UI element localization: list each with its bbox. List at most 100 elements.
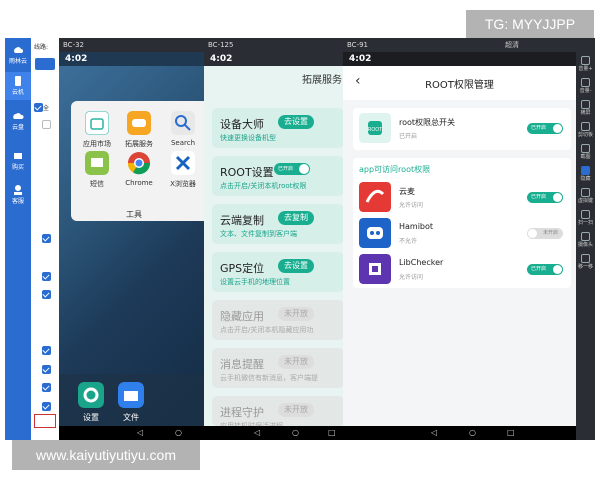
cart-icon xyxy=(14,153,22,159)
device-checkbox[interactable] xyxy=(42,346,51,355)
notice-box xyxy=(34,414,56,428)
tool-label: 音量- xyxy=(579,88,592,94)
hamibot-app-icon xyxy=(359,218,391,248)
sidebar-item-label: 客服 xyxy=(11,198,24,205)
device-checkbox[interactable] xyxy=(42,290,51,299)
go-setting-button[interactable]: 去设置 xyxy=(278,115,314,129)
app-label: 应用市场 xyxy=(83,140,111,148)
phone-title: BC-125 xyxy=(204,38,344,52)
app-sms[interactable]: 短信 xyxy=(77,151,117,189)
app-status: 允许访问 xyxy=(399,274,424,281)
go-copy-button[interactable]: 去复制 xyxy=(278,211,314,225)
card-title: 隐藏应用 xyxy=(220,310,264,323)
phone-panel-bc91[interactable]: BC-91 4:02 ‹ ROOT权限管理 ROOT root权限总开关 已开启… xyxy=(343,38,576,440)
card-title: 进程守护 xyxy=(220,406,264,419)
device-checkbox[interactable] xyxy=(42,402,51,411)
card-title: 消息提醒 xyxy=(220,358,264,371)
sidebar-item-buy[interactable]: 购买 xyxy=(5,150,31,172)
app-logo: 雨林云 xyxy=(5,44,31,66)
app-status: 允许访问 xyxy=(399,202,424,209)
app-name: LibChecker xyxy=(399,258,444,267)
tool-scan[interactable]: 扫一扫 xyxy=(576,210,595,226)
app-toggle[interactable]: 未开启 xyxy=(527,228,563,239)
card-subtitle: 快速更换设备机型 xyxy=(220,134,276,142)
card-title: GPS定位 xyxy=(220,262,265,275)
app-label: Chrome xyxy=(125,179,153,187)
phone-panel-bc32[interactable]: BC-32 4:02 应用市场 拓展服务 Search 短信 Chrome X浏… xyxy=(59,38,221,440)
sidebar-item-service[interactable]: 客服 xyxy=(5,184,31,206)
tool-hide[interactable]: 隐藏 xyxy=(576,166,595,182)
nav-back-icon[interactable]: ◁ xyxy=(431,426,437,440)
root-toggle[interactable]: 已开启 xyxy=(274,163,310,175)
card-subtitle: 文本、文件复制到客户端 xyxy=(220,230,297,238)
quality-select[interactable]: 超清 xyxy=(505,40,519,50)
card-device-master[interactable]: 设备大师 快速更换设备机型 去设置 xyxy=(212,108,344,148)
app-chrome[interactable]: Chrome xyxy=(119,151,159,187)
device-checkbox[interactable] xyxy=(42,120,51,129)
service-list: 设备大师 快速更换设备机型 去设置 ROOT设置 点击开启/关闭本机root权限… xyxy=(204,96,344,430)
card-subtitle: 点击开启/关闭本机隐藏应用功 xyxy=(220,326,314,334)
tool-screenshot[interactable]: 截图 xyxy=(576,144,595,160)
not-open-badge: 未开放 xyxy=(278,307,314,321)
device-checkbox[interactable] xyxy=(42,365,51,374)
card-gps[interactable]: GPS定位 设置云手机的地理位置 去设置 xyxy=(212,252,344,292)
tool-label: 横屏 xyxy=(580,110,591,116)
card-cloud-copy[interactable]: 云端复制 文本、文件复制到客户端 去复制 xyxy=(212,204,344,244)
nav-home-icon[interactable]: ○ xyxy=(292,426,299,440)
app-name: 云麦 xyxy=(399,187,415,196)
tool-shake[interactable]: 移一移 xyxy=(576,254,595,270)
phone-panel-bc125[interactable]: BC-125 4:02 拓展服务 设备大师 快速更换设备机型 去设置 ROOT设… xyxy=(204,38,344,440)
folder-icon xyxy=(118,382,144,408)
app-x-browser[interactable]: X浏览器 xyxy=(163,151,203,189)
nav-bar: ◁ ○ □ xyxy=(204,426,344,440)
nav-back-icon[interactable]: ◁ xyxy=(254,426,260,440)
tool-clipboard[interactable]: 剪切板 xyxy=(576,122,595,138)
nav-home-icon[interactable]: ○ xyxy=(469,426,476,440)
nav-recent-icon[interactable]: □ xyxy=(507,426,515,440)
select-all-checkbox[interactable] xyxy=(34,103,43,112)
nav-home-icon[interactable]: ○ xyxy=(175,426,182,440)
device-checkbox[interactable] xyxy=(42,234,51,243)
sidebar-item-cloud-phone[interactable]: 云机 xyxy=(5,72,31,100)
go-setting-button[interactable]: 去设置 xyxy=(278,259,314,273)
app-search[interactable]: Search xyxy=(163,111,203,147)
libchecker-app-icon xyxy=(359,254,391,284)
app-market[interactable]: 应用市场 xyxy=(77,111,117,149)
page-header: ‹ ROOT权限管理 xyxy=(343,66,576,100)
keyboard-icon xyxy=(581,188,590,197)
sidebar-item-cloud-disk[interactable]: 云盘 xyxy=(5,110,31,132)
rotate-icon xyxy=(581,100,590,109)
tool-label: 移一移 xyxy=(577,264,593,270)
app-label: 短信 xyxy=(90,180,104,188)
line-select[interactable] xyxy=(35,58,55,70)
tool-virtual-keys[interactable]: 虚拟键 xyxy=(576,188,595,204)
device-checkbox[interactable] xyxy=(42,383,51,392)
sidebar-item-label: 云机 xyxy=(11,89,24,96)
phone-icon xyxy=(15,76,21,86)
device-list: 线路: 全 xyxy=(31,38,59,440)
nav-recent-icon[interactable]: □ xyxy=(328,426,336,440)
gamepad-icon xyxy=(127,111,151,135)
page-title: ROOT权限管理 xyxy=(425,80,494,91)
card-root-setting[interactable]: ROOT设置 点击开启/关闭本机root权限 已开启 xyxy=(212,156,344,196)
app-extension-service[interactable]: 拓展服务 xyxy=(119,111,159,149)
master-toggle[interactable]: 已开启 xyxy=(527,123,563,134)
dock-app-settings[interactable]: 设置 xyxy=(73,382,109,423)
app-toggle[interactable]: 已开启 xyxy=(527,192,563,203)
tool-volume-down[interactable]: 音量- xyxy=(576,78,595,94)
app-toggle[interactable]: 已开启 xyxy=(527,264,563,275)
device-checkbox[interactable] xyxy=(42,272,51,281)
right-toolbar: 音量+ 音量- 横屏 剪切板 截图 隐藏 虚拟键 扫一扫 摄像头 移一移 xyxy=(576,38,595,440)
nav-back-icon[interactable]: ◁ xyxy=(137,426,143,440)
tool-volume-up[interactable]: 音量+ xyxy=(576,56,595,72)
tool-landscape[interactable]: 横屏 xyxy=(576,100,595,116)
left-sidebar: 雨林云 云机 云盘 购买 客服 xyxy=(5,38,31,440)
line-label: 线路: xyxy=(34,44,49,51)
master-status: 已开启 xyxy=(399,133,418,140)
root-android-icon: ROOT xyxy=(359,113,391,143)
tg-watermark: TG: MYYJJPP xyxy=(466,10,594,38)
tool-camera[interactable]: 摄像头 xyxy=(576,232,595,248)
dock-app-files[interactable]: 文件 xyxy=(113,382,149,423)
tool-label: 扫一扫 xyxy=(577,220,593,226)
volume-down-icon xyxy=(581,78,590,87)
